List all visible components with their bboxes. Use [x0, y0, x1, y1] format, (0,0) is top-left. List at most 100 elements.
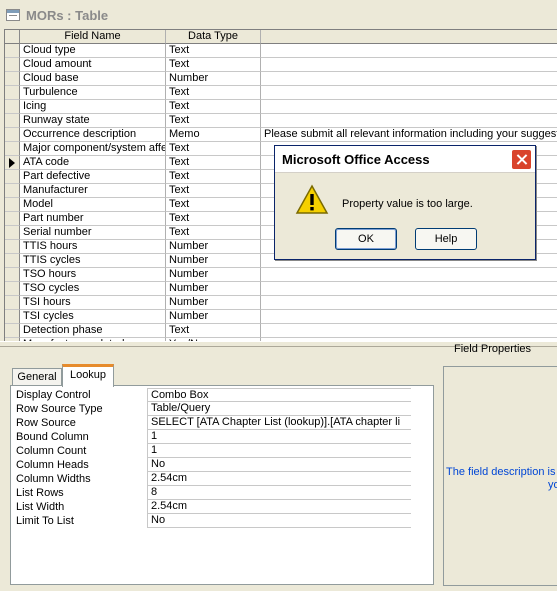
table-row[interactable]: Icing Text	[5, 100, 557, 114]
table-row[interactable]: Turbulence Text	[5, 86, 557, 100]
tab-lookup[interactable]: Lookup	[62, 364, 114, 387]
table-row[interactable]: TSI hours Number	[5, 296, 557, 310]
table-row[interactable]: TSO hours Number	[5, 268, 557, 282]
property-value-field[interactable]: 2.54cm	[147, 472, 411, 486]
column-header-data-type[interactable]: Data Type	[166, 30, 261, 44]
table-row[interactable]: Occurrence description Memo Please submit …	[5, 128, 557, 142]
field-name-cell[interactable]: TTIS cycles	[20, 254, 166, 268]
field-name-cell[interactable]: Manufacturer	[20, 184, 166, 198]
data-type-cell[interactable]: Text	[166, 156, 261, 170]
table-row[interactable]: Cloud amount Text	[5, 58, 557, 72]
data-type-cell[interactable]: Text	[166, 324, 261, 338]
column-header-description[interactable]	[261, 30, 557, 44]
description-cell[interactable]	[261, 268, 557, 282]
description-cell[interactable]	[261, 100, 557, 114]
data-type-cell[interactable]: Number	[166, 72, 261, 86]
property-value-field[interactable]: 2.54cm	[147, 500, 411, 514]
row-selector[interactable]	[5, 226, 20, 240]
property-value-field[interactable]: No	[147, 458, 411, 472]
description-cell[interactable]	[261, 310, 557, 324]
close-icon[interactable]	[511, 149, 532, 170]
field-name-cell[interactable]: TSI cycles	[20, 310, 166, 324]
property-value-field[interactable]: No	[147, 514, 411, 528]
property-value-field[interactable]: 1	[147, 444, 411, 458]
tab-general[interactable]: General	[12, 368, 62, 386]
field-name-cell[interactable]: TTIS hours	[20, 240, 166, 254]
description-cell[interactable]	[261, 324, 557, 338]
field-name-cell[interactable]: Model	[20, 198, 166, 212]
data-type-cell[interactable]: Number	[166, 282, 261, 296]
description-cell[interactable]	[261, 44, 557, 58]
table-row[interactable]: Detection phase Text	[5, 324, 557, 338]
row-selector[interactable]	[5, 72, 20, 86]
data-type-cell[interactable]: Text	[166, 198, 261, 212]
property-value-field[interactable]: Combo Box	[147, 388, 411, 402]
row-selector[interactable]	[5, 198, 20, 212]
property-value-field[interactable]: 1	[147, 430, 411, 444]
data-type-cell[interactable]: Text	[166, 170, 261, 184]
field-name-cell[interactable]: Serial number	[20, 226, 166, 240]
field-name-cell[interactable]: Occurrence description	[20, 128, 166, 142]
property-value-field[interactable]: 8	[147, 486, 411, 500]
data-type-cell[interactable]: Number	[166, 268, 261, 282]
table-row[interactable]: Runway state Text	[5, 114, 557, 128]
field-name-cell[interactable]: Icing	[20, 100, 166, 114]
row-selector[interactable]	[5, 184, 20, 198]
row-selector[interactable]	[5, 100, 20, 114]
field-name-cell[interactable]: Major component/system affe	[20, 142, 166, 156]
row-selector[interactable]	[5, 86, 20, 100]
data-type-cell[interactable]: Memo	[166, 128, 261, 142]
data-type-cell[interactable]: Text	[166, 58, 261, 72]
data-type-cell[interactable]: Number	[166, 240, 261, 254]
property-value-field[interactable]: Table/Query	[147, 402, 411, 416]
row-selector[interactable]	[5, 212, 20, 226]
data-type-cell[interactable]: Number	[166, 254, 261, 268]
table-row[interactable]: TSO cycles Number	[5, 282, 557, 296]
row-selector[interactable]	[5, 240, 20, 254]
field-name-cell[interactable]: Part number	[20, 212, 166, 226]
ok-button[interactable]: OK	[335, 228, 397, 250]
data-type-cell[interactable]: Text	[166, 100, 261, 114]
data-type-cell[interactable]: Text	[166, 212, 261, 226]
description-cell[interactable]	[261, 282, 557, 296]
field-name-cell[interactable]: Turbulence	[20, 86, 166, 100]
row-selector[interactable]	[5, 170, 20, 184]
field-name-cell[interactable]: Cloud amount	[20, 58, 166, 72]
row-selector[interactable]	[5, 58, 20, 72]
table-row[interactable]: Cloud base Number	[5, 72, 557, 86]
row-selector[interactable]	[5, 310, 20, 324]
row-selector[interactable]	[5, 114, 20, 128]
row-selector[interactable]	[5, 142, 20, 156]
row-selector[interactable]	[5, 268, 20, 282]
row-selector[interactable]	[5, 324, 20, 338]
select-all-corner[interactable]	[5, 30, 20, 44]
field-name-cell[interactable]: TSO cycles	[20, 282, 166, 296]
row-selector[interactable]	[5, 282, 20, 296]
property-value-field[interactable]: SELECT [ATA Chapter List (lookup)].[ATA …	[147, 416, 411, 430]
column-header-field-name[interactable]: Field Name	[20, 30, 166, 44]
row-selector[interactable]	[5, 44, 20, 58]
description-cell[interactable]	[261, 72, 557, 86]
table-row[interactable]: TSI cycles Number	[5, 310, 557, 324]
data-type-cell[interactable]: Text	[166, 142, 261, 156]
table-row[interactable]: Cloud type Text	[5, 44, 557, 58]
field-name-cell[interactable]: Detection phase	[20, 324, 166, 338]
data-type-cell[interactable]: Text	[166, 226, 261, 240]
field-name-cell[interactable]: Runway state	[20, 114, 166, 128]
row-selector[interactable]	[5, 128, 20, 142]
description-cell[interactable]	[261, 86, 557, 100]
row-selector[interactable]	[5, 296, 20, 310]
data-type-cell[interactable]: Text	[166, 114, 261, 128]
description-cell[interactable]: Please submit all relevant information i…	[261, 128, 557, 142]
field-name-cell[interactable]: TSI hours	[20, 296, 166, 310]
help-button[interactable]: Help	[415, 228, 477, 250]
row-selector[interactable]	[5, 254, 20, 268]
field-name-cell[interactable]: TSO hours	[20, 268, 166, 282]
data-type-cell[interactable]: Text	[166, 44, 261, 58]
row-selector[interactable]	[5, 156, 20, 170]
field-name-cell[interactable]: Part defective	[20, 170, 166, 184]
description-cell[interactable]	[261, 58, 557, 72]
field-name-cell[interactable]: Cloud base	[20, 72, 166, 86]
data-type-cell[interactable]: Number	[166, 310, 261, 324]
description-cell[interactable]	[261, 296, 557, 310]
